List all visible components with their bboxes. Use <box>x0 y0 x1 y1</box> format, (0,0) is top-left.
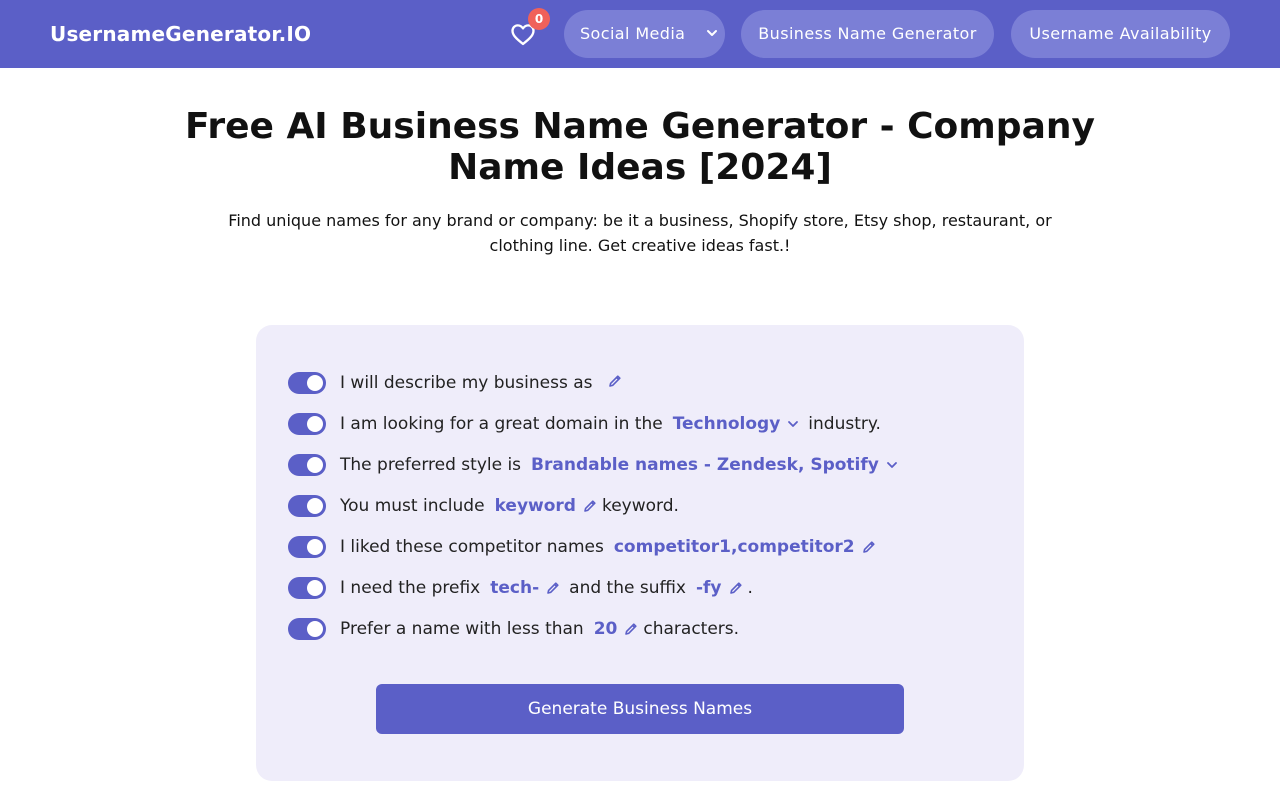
row-suffix-text: . <box>747 578 753 598</box>
toggle-industry[interactable] <box>288 413 326 435</box>
row-label: I liked these competitor names <box>340 537 604 557</box>
row-suffix-text: keyword. <box>601 496 679 516</box>
toggle-description[interactable] <box>288 372 326 394</box>
chevron-down-icon <box>788 421 799 427</box>
competitors-value: competitor1,competitor2 <box>613 537 855 557</box>
toggle-keyword[interactable] <box>288 495 326 517</box>
row-suffix-text: industry. <box>808 414 881 434</box>
business-name-generator-link[interactable]: Business Name Generator <box>741 10 994 58</box>
keyword-input[interactable]: keyword <box>495 496 602 516</box>
form-row-prefix-suffix: I need the prefix tech- and the suffix -… <box>288 575 753 601</box>
industry-select[interactable]: Technology <box>673 414 805 434</box>
length-input[interactable]: 20 <box>594 619 644 639</box>
competitors-input[interactable]: competitor1,competitor2 <box>614 537 881 557</box>
row-middle-text: and the suffix <box>569 578 686 598</box>
social-media-dropdown[interactable]: Social Media <box>564 10 725 58</box>
social-media-label: Social Media <box>580 24 686 43</box>
form-row-description: I will describe my business as <box>288 370 627 396</box>
generator-form-card: I will describe my business as I am look… <box>256 325 1024 781</box>
top-navbar: UsernameGenerator.IO 0 Social Media Busi… <box>0 0 1280 68</box>
row-label: I will describe my business as <box>340 373 593 393</box>
length-value: 20 <box>593 619 618 639</box>
brand-logo[interactable]: UsernameGenerator.IO <box>50 0 311 68</box>
row-label: The preferred style is <box>340 455 522 475</box>
style-value: Brandable names - Zendesk, Spotify <box>531 455 879 475</box>
suffix-input[interactable]: -fy <box>696 578 748 598</box>
chevron-down-icon <box>886 462 897 468</box>
prefix-value: tech- <box>490 578 540 598</box>
row-label: Prefer a name with less than <box>340 619 584 639</box>
row-label: You must include <box>340 496 485 516</box>
row-suffix-text: characters. <box>643 619 740 639</box>
pencil-icon[interactable] <box>607 373 623 394</box>
form-row-length: Prefer a name with less than 20 characte… <box>288 616 739 642</box>
keyword-value: keyword <box>494 496 576 516</box>
pencil-icon <box>584 500 596 512</box>
row-label: I need the prefix <box>340 578 481 598</box>
pencil-icon <box>729 582 742 594</box>
industry-value: Technology <box>672 414 781 434</box>
form-row-keyword: You must include keyword keyword. <box>288 493 679 519</box>
form-row-industry: I am looking for a great domain in the T… <box>288 411 881 437</box>
page-title: Free AI Business Name Generator - Compan… <box>185 106 1095 188</box>
prefix-input[interactable]: tech- <box>490 578 565 598</box>
toggle-length[interactable] <box>288 618 326 640</box>
form-row-competitors: I liked these competitor names competito… <box>288 534 881 560</box>
pencil-icon <box>625 623 637 635</box>
page-subtitle: Find unique names for any brand or compa… <box>228 211 1052 255</box>
favorites-button[interactable]: 0 <box>509 8 550 48</box>
favorites-count-badge: 0 <box>528 8 550 30</box>
chevron-down-icon <box>707 30 717 36</box>
form-row-style: The preferred style is Brandable names -… <box>288 452 903 478</box>
toggle-competitors[interactable] <box>288 536 326 558</box>
username-availability-link[interactable]: Username Availability <box>1011 10 1230 58</box>
pencil-icon <box>547 582 559 594</box>
suffix-value: -fy <box>695 578 722 598</box>
toggle-style[interactable] <box>288 454 326 476</box>
pencil-icon <box>862 541 875 553</box>
row-label: I am looking for a great domain in the <box>340 414 663 434</box>
style-select[interactable]: Brandable names - Zendesk, Spotify <box>531 455 903 475</box>
generate-business-names-button[interactable]: Generate Business Names <box>376 684 904 734</box>
toggle-prefix-suffix[interactable] <box>288 577 326 599</box>
